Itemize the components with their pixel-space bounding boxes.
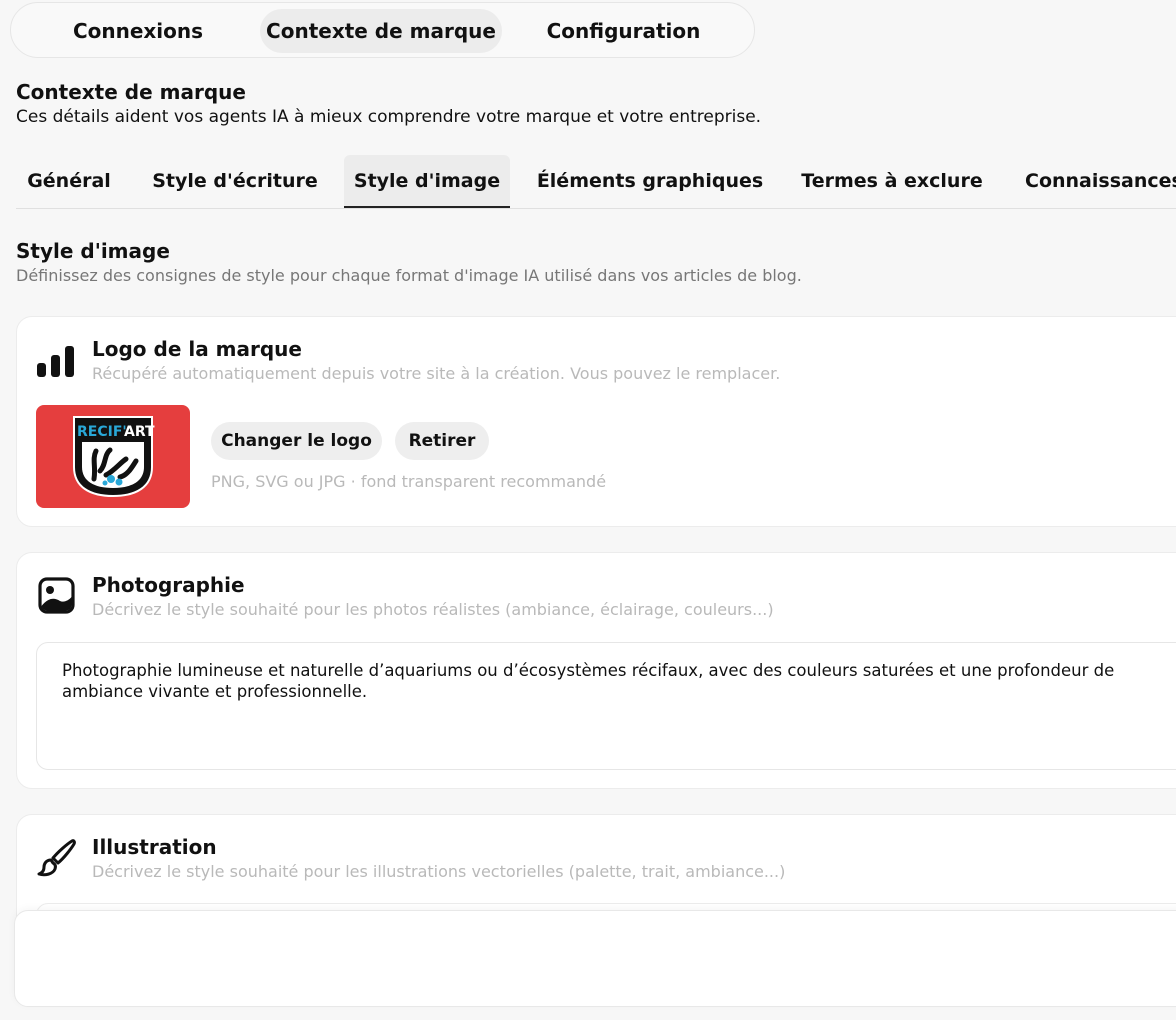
photography-card: Photographie Décrivez le style souhaité …: [16, 552, 1176, 789]
tab-graphic-elements[interactable]: Éléments graphiques: [528, 155, 772, 208]
logo-text-art: ART: [124, 424, 155, 440]
logo-text-recif: RECIF': [77, 424, 127, 440]
illustration-card-description: Décrivez le style souhaité pour les illu…: [92, 862, 786, 881]
tab-connections[interactable]: Connexions: [63, 9, 213, 53]
photography-style-line-1: Photographie lumineuse et naturelle d’aq…: [62, 661, 1115, 680]
logo-card-title: Logo de la marque: [92, 337, 302, 361]
signal-bars-icon: [36, 341, 78, 383]
tab-image-style[interactable]: Style d'image: [344, 155, 510, 208]
tab-excluded-terms[interactable]: Termes à exclure: [792, 155, 992, 208]
logo-format-hint: PNG, SVG ou JPG · fond transparent recom…: [211, 472, 607, 491]
photography-card-title: Photographie: [92, 573, 245, 597]
tab-writing-style[interactable]: Style d'écriture: [144, 155, 326, 208]
content-description: Définissez des consignes de style pour c…: [16, 266, 802, 285]
brush-icon: [36, 837, 78, 879]
photography-card-description: Décrivez le style souhaité pour les phot…: [92, 600, 774, 619]
section-description: Ces détails aident vos agents IA à mieux…: [16, 107, 762, 127]
photography-style-line-2: ambiance vivante et professionnelle.: [62, 682, 368, 701]
section-title: Contexte de marque: [16, 80, 246, 104]
content-title: Style d'image: [16, 239, 170, 263]
change-logo-button[interactable]: Changer le logo: [211, 422, 382, 460]
top-tab-bar: Connexions Contexte de marque Configurat…: [10, 2, 755, 58]
image-icon: [36, 575, 78, 617]
tab-knowledge[interactable]: Connaissances: [1010, 155, 1176, 208]
sub-tab-bar: Général Style d'écriture Style d'image É…: [16, 155, 1176, 209]
logo-card: Logo de la marque Récupéré automatiqueme…: [16, 316, 1176, 527]
photography-style-textarea[interactable]: Photographie lumineuse et naturelle d’aq…: [36, 642, 1176, 770]
brand-logo-preview: RECIF' ART: [36, 405, 190, 508]
illustration-card-title: Illustration: [92, 835, 217, 859]
logo-card-description: Récupéré automatiquement depuis votre si…: [92, 364, 781, 383]
tab-general[interactable]: Général: [16, 155, 122, 208]
remove-logo-button[interactable]: Retirer: [395, 422, 489, 460]
tab-brand-context[interactable]: Contexte de marque: [260, 9, 502, 53]
tab-configuration[interactable]: Configuration: [536, 9, 711, 53]
bottom-floating-panel: [14, 910, 1176, 1007]
brand-settings-page: Connexions Contexte de marque Configurat…: [0, 0, 1176, 1020]
